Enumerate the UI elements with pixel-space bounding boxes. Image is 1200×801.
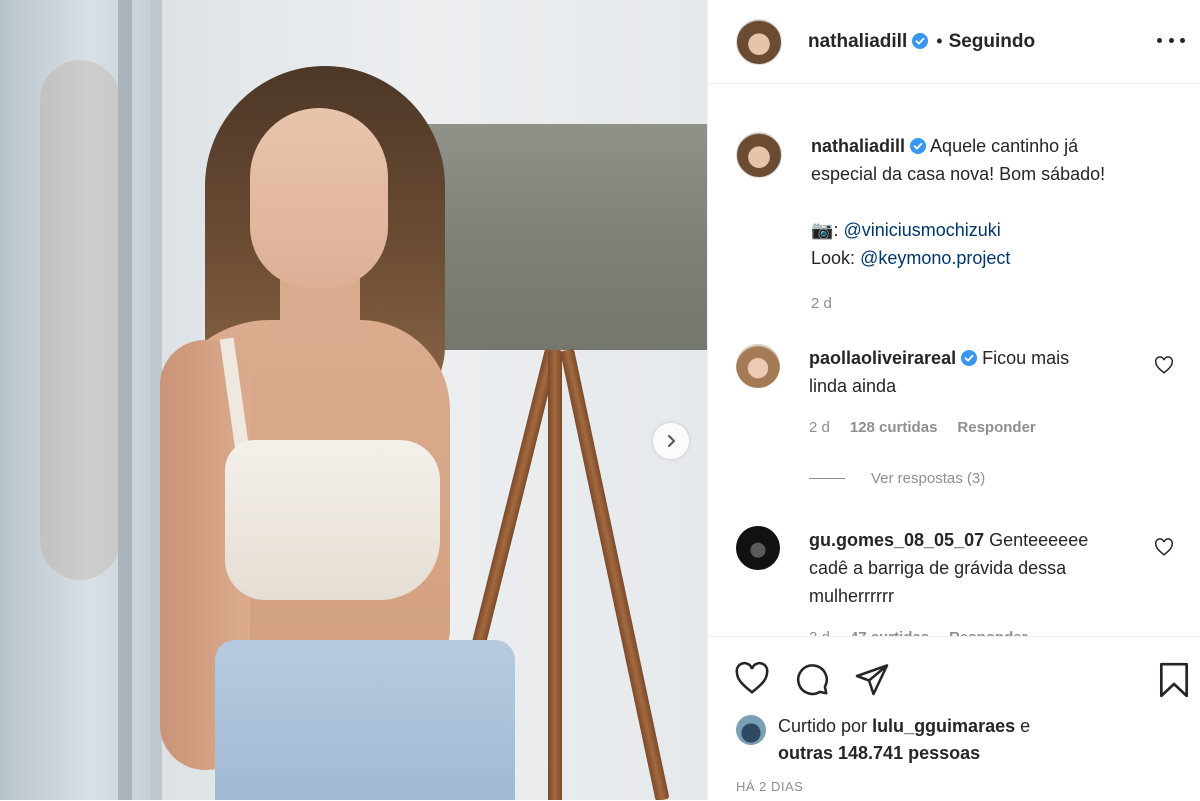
comment-text-line2: cadê a barriga de grávida dessa bbox=[809, 558, 1067, 578]
more-icon bbox=[1168, 37, 1174, 43]
next-photo-button[interactable] bbox=[653, 423, 689, 459]
photo-window-frame bbox=[118, 0, 132, 800]
verified-badge-icon bbox=[912, 32, 929, 49]
caption-time[interactable]: 2 d bbox=[811, 290, 832, 318]
photo-person-face bbox=[250, 108, 388, 288]
post-header: nathaliadill • Seguindo bbox=[708, 0, 1200, 84]
likes-prefix: Curtido por bbox=[778, 716, 868, 736]
author-username[interactable]: nathaliadill bbox=[808, 31, 929, 53]
photo-credit-mention[interactable]: @viniciusmochizuki bbox=[843, 220, 1000, 240]
photo-jeans bbox=[215, 640, 515, 800]
comment-text-line2: linda ainda bbox=[809, 376, 897, 396]
heart-icon[interactable] bbox=[734, 661, 770, 695]
chevron-right-icon bbox=[668, 435, 675, 447]
look-credit-mention[interactable]: @keymono.project bbox=[860, 248, 1010, 268]
likes-suffix: e bbox=[1020, 716, 1031, 736]
photo-lamp-shade bbox=[410, 124, 707, 350]
comment-likes-count[interactable]: 128 curtidas bbox=[850, 414, 938, 442]
post-actions: Curtido por lulu_gguimaraes e outras 148… bbox=[708, 636, 1200, 801]
caption-author-username[interactable]: nathaliadill bbox=[811, 136, 905, 156]
author-username-text[interactable]: nathaliadill bbox=[808, 31, 907, 52]
commenter-avatar[interactable] bbox=[736, 526, 780, 570]
comment-reply-button[interactable]: Responder bbox=[957, 414, 1035, 442]
comment-text-line3: mulherrrrrr bbox=[809, 586, 894, 606]
comment-time[interactable]: 2 d bbox=[809, 624, 830, 636]
follow-status-button[interactable]: Seguindo bbox=[949, 31, 1036, 53]
look-prefix: Look: bbox=[811, 248, 856, 268]
comment-likes-count[interactable]: 47 curtidas bbox=[850, 624, 929, 636]
caption: nathaliadill Aquele cantinho já especial… bbox=[736, 132, 1186, 318]
comment-time[interactable]: 2 d bbox=[809, 414, 830, 442]
commenter-avatar[interactable] bbox=[736, 344, 780, 388]
comment-item: gu.gomes_08_05_07 Genteeeeee cadê a barr… bbox=[736, 526, 1186, 636]
more-icon bbox=[1180, 37, 1185, 43]
commenter-username[interactable]: gu.gomes_08_05_07 bbox=[809, 530, 984, 550]
view-replies-label: Ver respostas (3) bbox=[871, 470, 986, 487]
verified-badge-icon bbox=[961, 350, 978, 366]
photo-credit-prefix: : bbox=[833, 220, 839, 240]
more-options-button[interactable] bbox=[1157, 28, 1185, 52]
post-photo[interactable] bbox=[0, 0, 707, 800]
view-replies-button[interactable]: Ver respostas (3) bbox=[809, 470, 985, 487]
comments-section[interactable]: nathaliadill Aquele cantinho já especial… bbox=[708, 84, 1200, 636]
comment-icon[interactable] bbox=[794, 661, 830, 697]
photo-crop-top bbox=[225, 440, 440, 600]
photo-lamp-leg bbox=[548, 350, 562, 800]
comment-like-heart-icon[interactable] bbox=[1154, 356, 1174, 374]
liker-avatar[interactable] bbox=[736, 715, 766, 745]
post-side-panel: nathaliadill • Seguindo nathaliadill Aqu… bbox=[707, 0, 1200, 800]
likes-others-link[interactable]: outras 148.741 pessoas bbox=[778, 743, 980, 763]
header-separator: • bbox=[936, 31, 943, 51]
comment-item: paollaoliveirareal Ficou mais linda aind… bbox=[736, 344, 1186, 442]
comment-like-heart-icon[interactable] bbox=[1154, 538, 1174, 556]
camera-emoji: 📷 bbox=[811, 220, 834, 240]
caption-author-avatar[interactable] bbox=[736, 132, 782, 178]
comment-text-line1: Ficou mais bbox=[982, 348, 1070, 368]
commenter-username[interactable]: paollaoliveirareal bbox=[809, 348, 956, 368]
share-icon[interactable] bbox=[854, 661, 890, 697]
verified-badge-icon bbox=[910, 138, 927, 154]
caption-text-line1: Aquele cantinho já bbox=[930, 136, 1079, 156]
caption-text-line2: especial da casa nova! Bom sábado! bbox=[811, 164, 1106, 184]
comment-reply-button[interactable]: Responder bbox=[949, 624, 1027, 636]
likes-summary: Curtido por lulu_gguimaraes e outras 148… bbox=[736, 713, 1030, 767]
comment-text-line1: Genteeeeee bbox=[989, 530, 1089, 550]
post-date[interactable]: HÁ 2 DIAS bbox=[736, 779, 803, 794]
more-icon bbox=[1157, 37, 1162, 43]
view-replies-line bbox=[809, 478, 845, 479]
liker-username[interactable]: lulu_gguimaraes bbox=[872, 716, 1015, 736]
author-avatar[interactable] bbox=[736, 18, 782, 65]
photo-window-reflection bbox=[40, 60, 120, 580]
bookmark-icon[interactable] bbox=[1158, 661, 1190, 699]
